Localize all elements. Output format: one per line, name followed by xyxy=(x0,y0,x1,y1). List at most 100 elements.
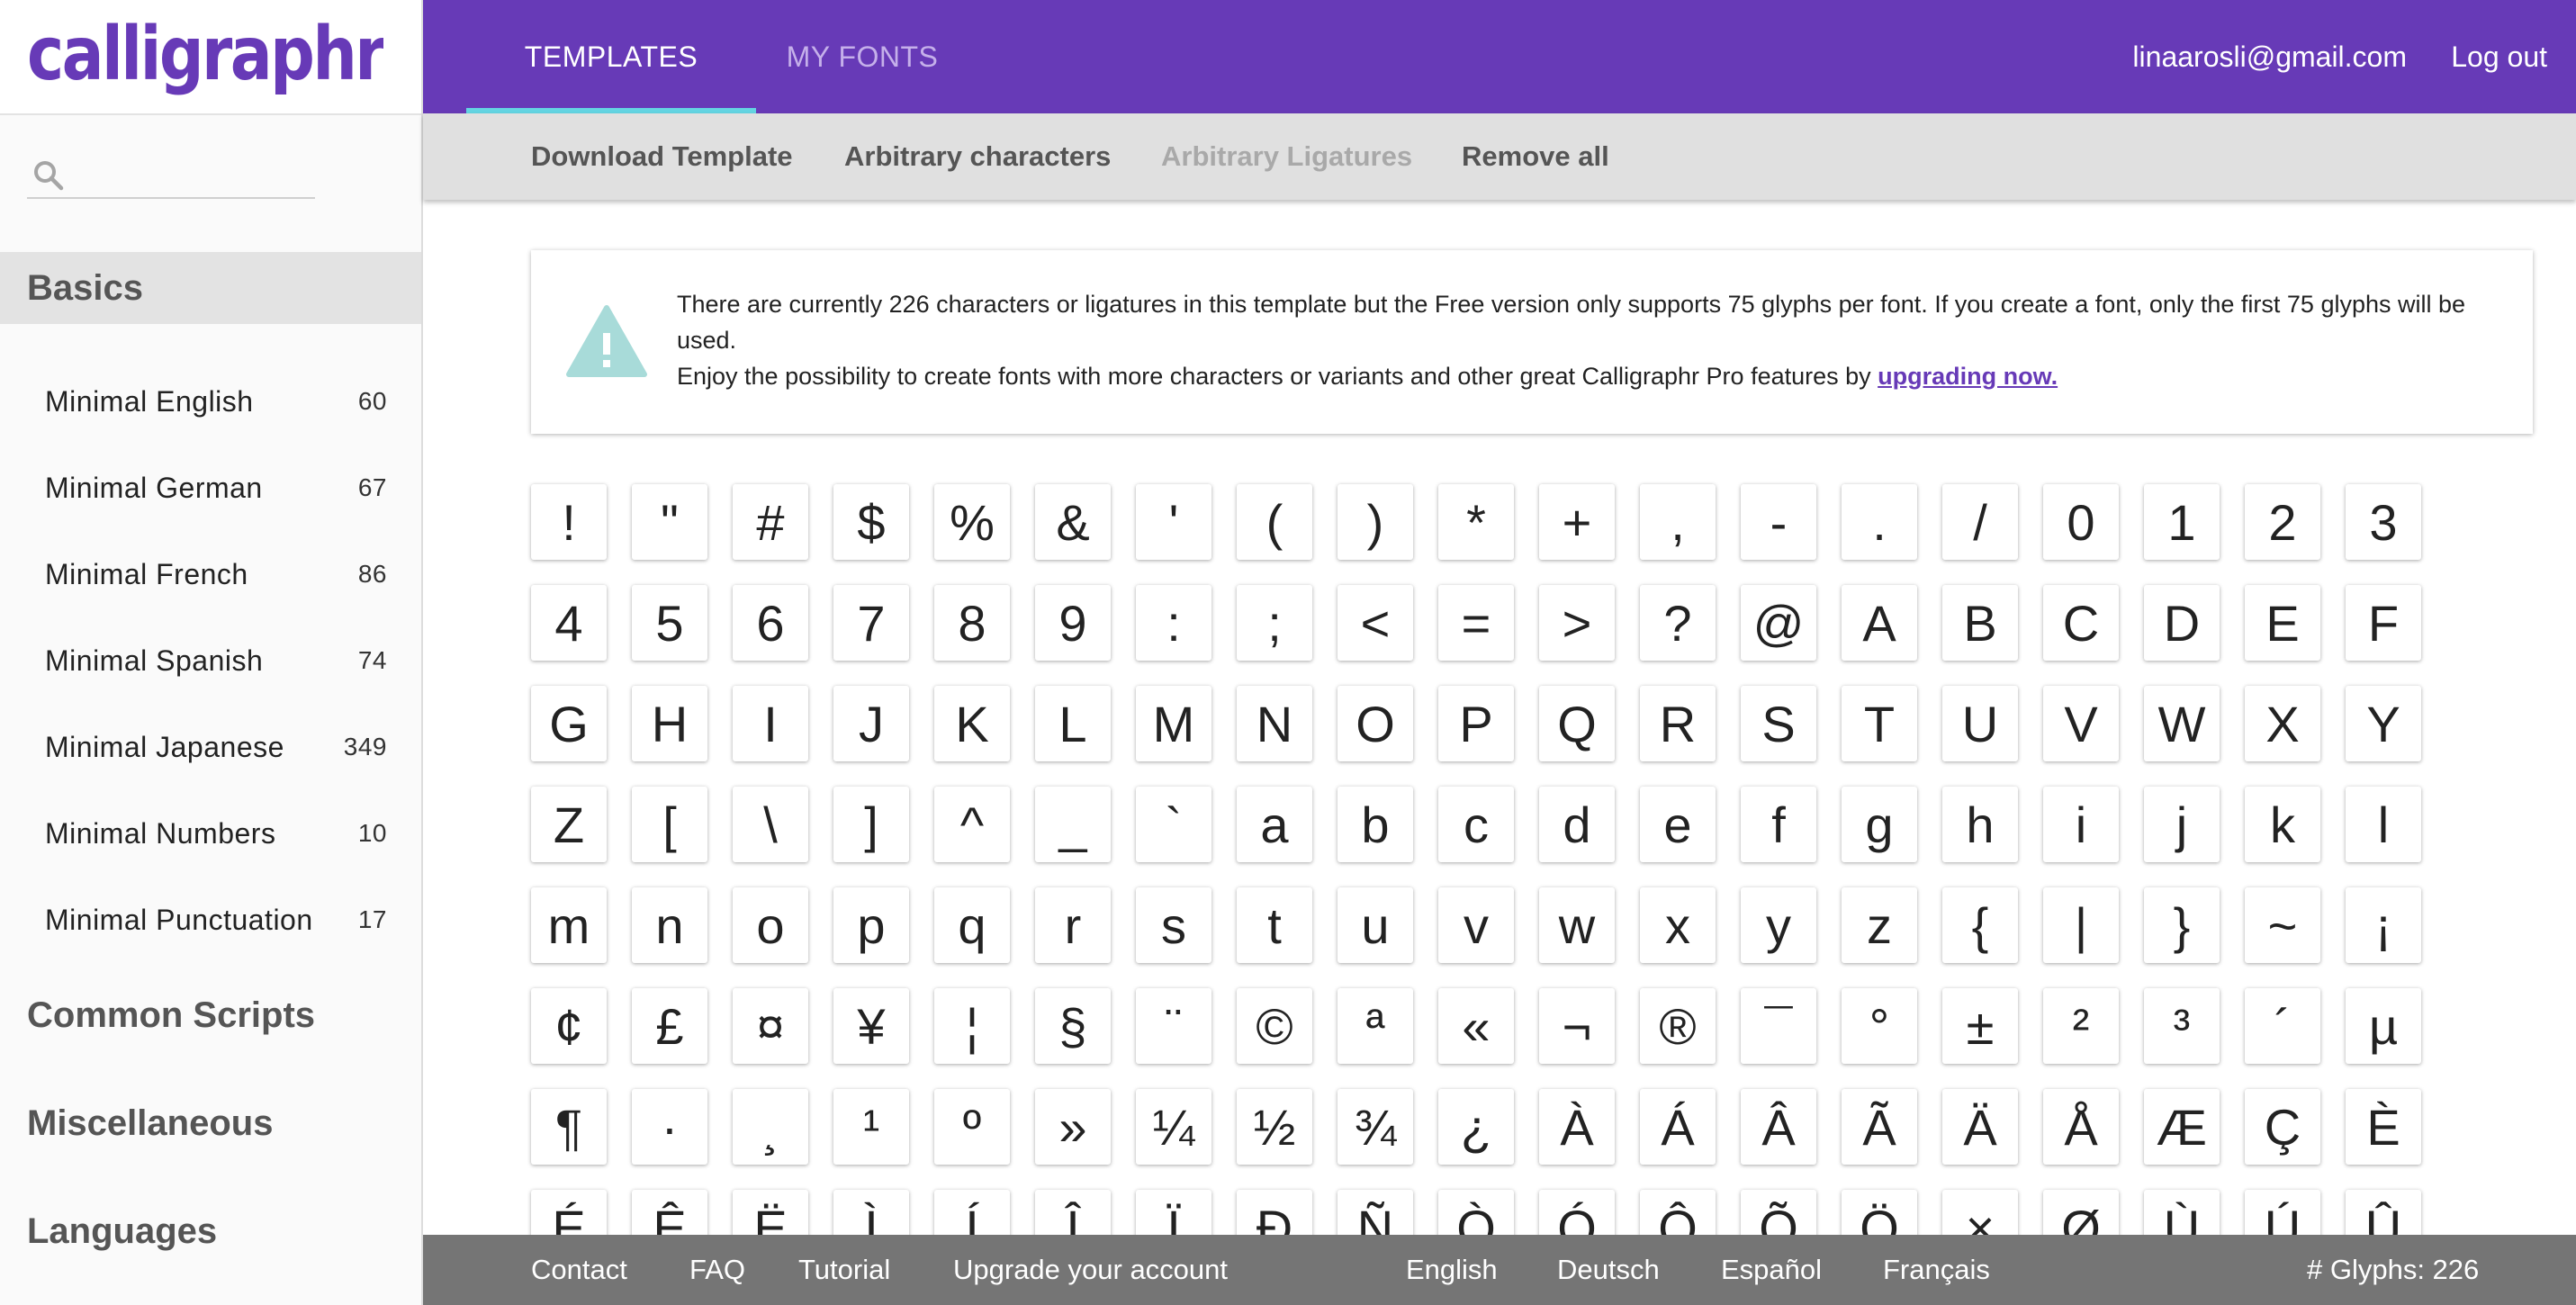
glyph-cell[interactable]: Y xyxy=(2346,686,2421,761)
glyph-cell[interactable]: ¸ xyxy=(733,1089,808,1165)
glyph-cell[interactable]: I xyxy=(733,686,808,761)
glyph-cell[interactable]: Ã xyxy=(1842,1089,1917,1165)
glyph-cell[interactable]: L xyxy=(1035,686,1111,761)
category-languages[interactable]: Languages xyxy=(27,1211,217,1252)
glyph-cell[interactable]: { xyxy=(1942,887,2018,963)
glyph-cell[interactable]: ´ xyxy=(2245,988,2320,1064)
glyph-cell[interactable]: 2 xyxy=(2245,484,2320,560)
glyph-cell[interactable]: Ò xyxy=(1438,1190,1514,1235)
glyph-cell[interactable]: Á xyxy=(1640,1089,1716,1165)
glyph-cell[interactable]: , xyxy=(1640,484,1716,560)
glyph-cell[interactable]: f xyxy=(1741,787,1816,862)
glyph-cell[interactable]: Æ xyxy=(2144,1089,2220,1165)
sidebar-item-minimal-french[interactable]: Minimal French 86 xyxy=(45,547,387,601)
tab-my-fonts[interactable]: MY FONTS xyxy=(783,0,941,113)
glyph-cell[interactable]: 6 xyxy=(733,585,808,661)
glyph-cell[interactable]: 3 xyxy=(2346,484,2421,560)
glyph-cell[interactable]: Å xyxy=(2043,1089,2119,1165)
logout-link[interactable]: Log out xyxy=(2451,0,2547,113)
language-espanol[interactable]: Español xyxy=(1721,1235,1822,1305)
glyph-cell[interactable]: ] xyxy=(833,787,909,862)
sidebar-item-minimal-spanish[interactable]: Minimal Spanish 74 xyxy=(45,634,387,688)
glyph-cell[interactable]: ½ xyxy=(1237,1089,1312,1165)
footer-link-faq[interactable]: FAQ xyxy=(689,1235,745,1305)
glyph-cell[interactable]: ¼ xyxy=(1136,1089,1211,1165)
glyph-cell[interactable]: c xyxy=(1438,787,1514,862)
glyph-cell[interactable]: a xyxy=(1237,787,1312,862)
glyph-cell[interactable]: 7 xyxy=(833,585,909,661)
glyph-cell[interactable]: Í xyxy=(934,1190,1010,1235)
glyph-cell[interactable]: # xyxy=(733,484,808,560)
footer-link-upgrade[interactable]: Upgrade your account xyxy=(953,1235,1228,1305)
glyph-cell[interactable]: º xyxy=(934,1089,1010,1165)
glyph-cell[interactable]: ¡ xyxy=(2346,887,2421,963)
category-basics[interactable]: Basics xyxy=(0,252,421,324)
glyph-cell[interactable]: N xyxy=(1237,686,1312,761)
glyph-cell[interactable]: Ä xyxy=(1942,1089,2018,1165)
glyph-cell[interactable]: » xyxy=(1035,1089,1111,1165)
glyph-cell[interactable]: Q xyxy=(1539,686,1615,761)
glyph-cell[interactable]: µ xyxy=(2346,988,2421,1064)
glyph-cell[interactable]: G xyxy=(531,686,607,761)
glyph-cell[interactable]: B xyxy=(1942,585,2018,661)
glyph-cell[interactable]: A xyxy=(1842,585,1917,661)
glyph-cell[interactable]: ¨ xyxy=(1136,988,1211,1064)
glyph-cell[interactable]: 8 xyxy=(934,585,1010,661)
glyph-cell[interactable]: / xyxy=(1942,484,2018,560)
glyph-cell[interactable]: ¿ xyxy=(1438,1089,1514,1165)
glyph-cell[interactable]: \ xyxy=(733,787,808,862)
footer-link-contact[interactable]: Contact xyxy=(531,1235,627,1305)
sidebar-item-minimal-japanese[interactable]: Minimal Japanese 349 xyxy=(45,720,387,774)
glyph-cell[interactable]: ® xyxy=(1640,988,1716,1064)
glyph-cell[interactable]: e xyxy=(1640,787,1716,862)
glyph-cell[interactable]: m xyxy=(531,887,607,963)
glyph-cell[interactable]: _ xyxy=(1035,787,1111,862)
sidebar-item-minimal-numbers[interactable]: Minimal Numbers 10 xyxy=(45,806,387,860)
glyph-cell[interactable]: ' xyxy=(1136,484,1211,560)
glyph-cell[interactable]: r xyxy=(1035,887,1111,963)
glyph-cell[interactable]: ¯ xyxy=(1741,988,1816,1064)
glyph-cell[interactable]: < xyxy=(1338,585,1413,661)
glyph-cell[interactable]: k xyxy=(2245,787,2320,862)
language-deutsch[interactable]: Deutsch xyxy=(1557,1235,1660,1305)
glyph-cell[interactable]: ³ xyxy=(2144,988,2220,1064)
glyph-cell[interactable]: o xyxy=(733,887,808,963)
glyph-cell[interactable]: = xyxy=(1438,585,1514,661)
glyph-cell[interactable]: Ì xyxy=(833,1190,909,1235)
glyph-cell[interactable]: * xyxy=(1438,484,1514,560)
glyph-cell[interactable]: Ç xyxy=(2245,1089,2320,1165)
glyph-cell[interactable]: É xyxy=(531,1190,607,1235)
glyph-cell[interactable]: + xyxy=(1539,484,1615,560)
upgrade-link[interactable]: upgrading now. xyxy=(1878,363,2058,390)
category-miscellaneous[interactable]: Miscellaneous xyxy=(27,1103,273,1144)
glyph-cell[interactable]: s xyxy=(1136,887,1211,963)
glyph-cell[interactable]: j xyxy=(2144,787,2220,862)
tab-templates[interactable]: TEMPLATES xyxy=(466,0,756,113)
glyph-cell[interactable]: @ xyxy=(1741,585,1816,661)
glyph-cell[interactable]: E xyxy=(2245,585,2320,661)
glyph-cell[interactable]: × xyxy=(1942,1190,2018,1235)
glyph-cell[interactable]: © xyxy=(1237,988,1312,1064)
glyph-cell[interactable]: 9 xyxy=(1035,585,1111,661)
sidebar-item-minimal-punctuation[interactable]: Minimal Punctuation 17 xyxy=(45,893,387,947)
glyph-cell[interactable]: > xyxy=(1539,585,1615,661)
glyph-cell[interactable]: Ñ xyxy=(1338,1190,1413,1235)
glyph-cell[interactable]: £ xyxy=(632,988,707,1064)
glyph-cell[interactable]: y xyxy=(1741,887,1816,963)
glyph-cell[interactable]: l xyxy=(2346,787,2421,862)
glyph-cell[interactable]: « xyxy=(1438,988,1514,1064)
arbitrary-ligatures-button[interactable]: Arbitrary Ligatures xyxy=(1161,113,1412,200)
glyph-cell[interactable]: q xyxy=(934,887,1010,963)
download-template-button[interactable]: Download Template xyxy=(531,113,793,200)
glyph-cell[interactable]: w xyxy=(1539,887,1615,963)
glyph-cell[interactable]: C xyxy=(2043,585,2119,661)
glyph-cell[interactable]: v xyxy=(1438,887,1514,963)
glyph-cell[interactable]: : xyxy=(1136,585,1211,661)
glyph-cell[interactable]: - xyxy=(1741,484,1816,560)
glyph-cell[interactable]: ` xyxy=(1136,787,1211,862)
glyph-cell[interactable]: ) xyxy=(1338,484,1413,560)
glyph-cell[interactable]: ° xyxy=(1842,988,1917,1064)
glyph-cell[interactable]: Î xyxy=(1035,1190,1111,1235)
glyph-cell[interactable]: T xyxy=(1842,686,1917,761)
glyph-cell[interactable]: z xyxy=(1842,887,1917,963)
